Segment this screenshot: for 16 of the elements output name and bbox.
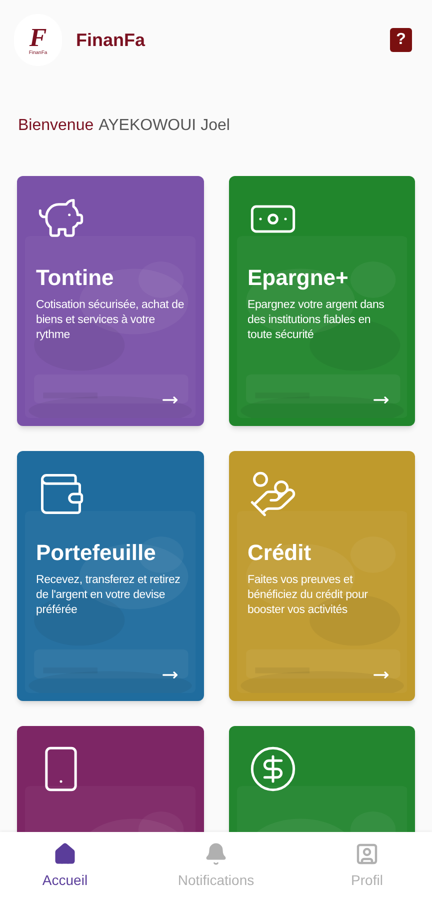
card-description: Faites vos preuves et bénéficiez du crédit pour booster vos activités: [248, 572, 369, 618]
service-card[interactable]: Portefeuille Recevez, transferez et retirez de l'argent en votre devise préférée: [17, 451, 204, 701]
service-card[interactable]: Epargne+ Epargnez votre argent dans des institutions fiables en toute sécurité: [228, 176, 415, 426]
card-title: Tontine: [36, 264, 115, 292]
card-description: Recevez, transferez et retirez de l'argent en votre devise préférée: [36, 572, 182, 618]
card-description: Cotisation sécurisée, achat de biens et services à votre rythme: [36, 298, 184, 342]
card-title: Epargne+: [248, 264, 350, 292]
welcome-label: Bienvenue: [18, 116, 94, 136]
service-card[interactable]: Tontine Cotisation sécurisée, achat de biens et services à votre rythme: [17, 176, 204, 426]
nav-tab[interactable]: Accueil: [20, 842, 110, 891]
app-name: FinanFa: [76, 28, 146, 52]
card-title: Portefeuille: [36, 539, 157, 566]
help-button[interactable]: ?: [390, 28, 412, 52]
card-title: Crédit: [248, 539, 312, 566]
user-name: AYEKOWOUI Joel: [98, 116, 230, 136]
card-description: Epargnez votre argent dans des institutions fiables en toute sécurité: [248, 298, 386, 342]
